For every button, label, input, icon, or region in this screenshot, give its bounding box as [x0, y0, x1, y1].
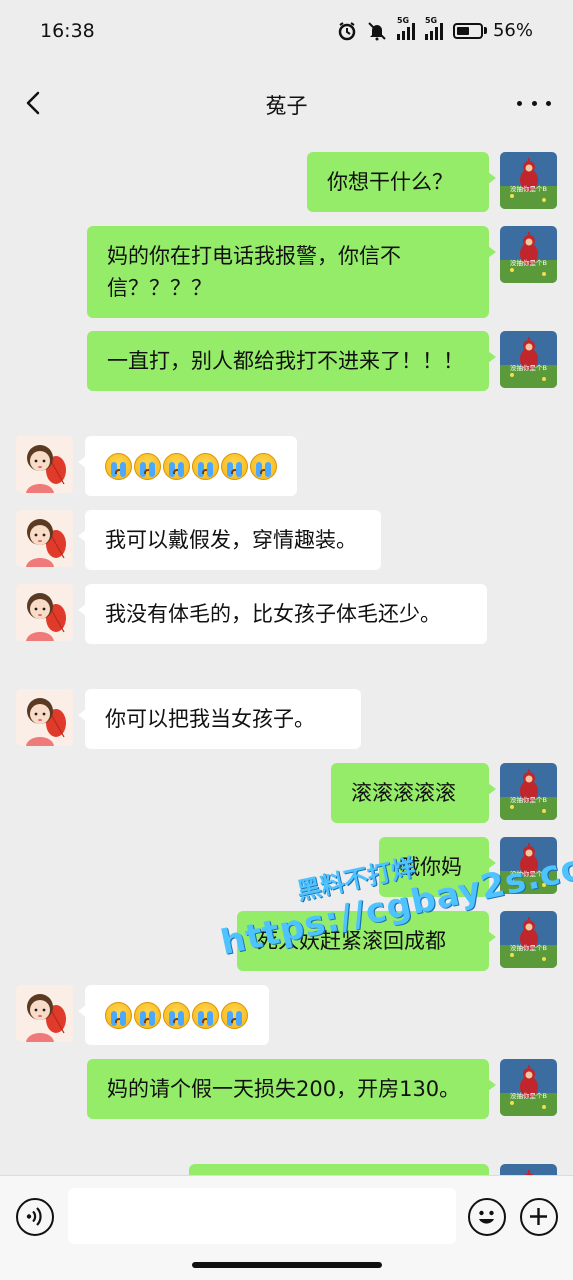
- message-bubble[interactable]: 我没有体毛的，比女孩子体毛还少。: [78, 584, 487, 644]
- message-text: 妈的你在打电话我报警，你信不信？？？？: [107, 244, 401, 300]
- my-avatar[interactable]: 没抽你是个B: [500, 1164, 557, 1175]
- voice-icon[interactable]: [16, 1198, 54, 1236]
- message-text: 滚滚滚滚滚: [351, 781, 456, 805]
- crying-face-icon: [134, 1001, 161, 1029]
- crying-face-icon: [192, 452, 219, 480]
- my-avatar[interactable]: 没抽你是个B: [500, 331, 557, 388]
- status-icons: 5G 5G 56%: [337, 16, 533, 41]
- crying-face-icon: [105, 1001, 132, 1029]
- svg-text:没抽你是个B: 没抽你是个B: [510, 363, 547, 372]
- crying-face-icon: [134, 452, 161, 480]
- network-label-2: 5G: [424, 15, 438, 25]
- message-bubble[interactable]: 贼你妈: [379, 837, 496, 897]
- signal-icon: 5G: [396, 16, 415, 40]
- my-avatar[interactable]: 没抽你是个B: [500, 1059, 557, 1116]
- message-bubble[interactable]: [78, 436, 297, 496]
- emoji-row: [105, 450, 277, 482]
- mute-icon: [368, 21, 386, 40]
- network-label-1: 5G: [396, 15, 410, 25]
- message-input[interactable]: [68, 1188, 456, 1244]
- message-bubble[interactable]: 我可以戴假发，穿情趣装。: [78, 510, 381, 570]
- crying-face-icon: [163, 1001, 190, 1029]
- my-avatar[interactable]: 没抽你是个B: [500, 226, 557, 283]
- emoji-row: [105, 999, 249, 1031]
- my-avatar[interactable]: 没抽你是个B: [500, 837, 557, 894]
- message-bubble[interactable]: 妈的你在打电话我报警，你信不信？？？？: [87, 226, 496, 318]
- signal-icon: 5G: [424, 16, 443, 40]
- message-text: 妈的请个假一天损失200，开房130。: [107, 1077, 461, 1101]
- crying-face-icon: [221, 452, 248, 480]
- crying-face-icon: [250, 452, 277, 480]
- plus-icon[interactable]: [520, 1198, 558, 1236]
- my-avatar[interactable]: 没抽你是个B: [500, 763, 557, 820]
- svg-text:没抽你是个B: 没抽你是个B: [510, 943, 547, 952]
- svg-text:没抽你是个B: 没抽你是个B: [510, 795, 547, 804]
- message-text: 我可以戴假发，穿情趣装。: [105, 528, 357, 552]
- message-text: 一直打，别人都给我打不进来了！！！: [107, 349, 464, 373]
- chat-list[interactable]: 没抽你是个B 你想干什么？ 没抽你是个B 妈的你在打电话我报警，你信不信？？？？…: [0, 140, 573, 1175]
- my-avatar[interactable]: 没抽你是个B: [500, 911, 557, 968]
- nav-bar: 菟子: [0, 70, 573, 136]
- contact-avatar[interactable]: [16, 436, 73, 493]
- message-bubble[interactable]: 你想干什么？: [307, 152, 496, 212]
- svg-text:没抽你是个B: 没抽你是个B: [510, 184, 547, 193]
- message-text: 我没有体毛的，比女孩子体毛还少。: [105, 602, 441, 626]
- chat-title: 菟子: [265, 94, 308, 118]
- message-bubble[interactable]: 妈的请个假一天损失200，开房130。: [87, 1059, 496, 1119]
- svg-text:没抽你是个B: 没抽你是个B: [510, 258, 547, 267]
- status-bar: 16:38 5G 5G 56%: [0, 0, 573, 66]
- battery-icon: [452, 22, 483, 39]
- svg-text:没抽你是个B: 没抽你是个B: [510, 869, 547, 878]
- crying-face-icon: [163, 452, 190, 480]
- svg-text:没抽你是个B: 没抽你是个B: [510, 1091, 547, 1100]
- my-avatar[interactable]: 没抽你是个B: [500, 152, 557, 209]
- message-text: 你想干什么？: [327, 170, 453, 194]
- battery: 56%: [452, 20, 533, 41]
- crying-face-icon: [221, 1001, 248, 1029]
- home-indicator[interactable]: [192, 1262, 382, 1268]
- message-text: 你可以把我当女孩子。: [105, 707, 315, 731]
- message-text: 死人妖赶紧滚回成都: [257, 929, 446, 953]
- battery-percent: 56%: [492, 20, 533, 41]
- message-bubble[interactable]: 滚滚滚滚滚: [331, 763, 496, 823]
- crying-face-icon: [105, 452, 132, 480]
- message-bubble[interactable]: 一直打，别人都给我打不进来了！！！: [87, 331, 496, 391]
- message-bubble[interactable]: [189, 1164, 489, 1175]
- message-bubble[interactable]: 死人妖赶紧滚回成都: [237, 911, 496, 971]
- message-text: 贼你妈: [399, 855, 462, 879]
- input-bar: [0, 1175, 573, 1280]
- smiley-icon[interactable]: [468, 1198, 506, 1236]
- alarm-icon: [338, 21, 356, 40]
- contact-avatar[interactable]: [16, 510, 73, 567]
- status-time: 16:38: [40, 20, 95, 42]
- more-dots-icon[interactable]: [517, 90, 551, 116]
- contact-avatar[interactable]: [16, 584, 73, 641]
- contact-avatar[interactable]: [16, 689, 73, 746]
- crying-face-icon: [192, 1001, 219, 1029]
- message-bubble[interactable]: [78, 985, 269, 1045]
- message-bubble[interactable]: 你可以把我当女孩子。: [78, 689, 361, 749]
- contact-avatar[interactable]: [16, 985, 73, 1042]
